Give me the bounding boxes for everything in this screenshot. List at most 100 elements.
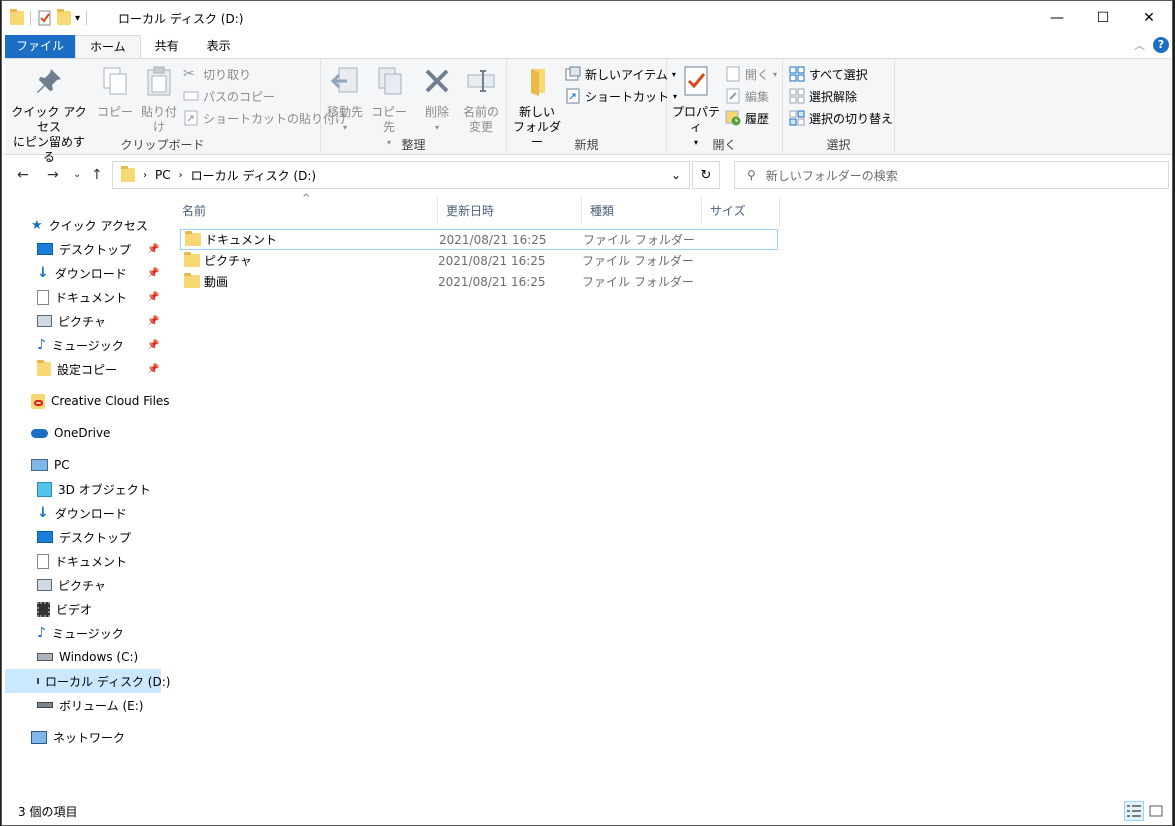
breadcrumb-local-disk[interactable]: ローカル ディスク (D:) — [191, 167, 316, 184]
forward-arrow-icon[interactable]: → — [47, 167, 59, 183]
nav-label: ドキュメント — [55, 290, 128, 305]
help-icon[interactable]: ? — [1153, 37, 1169, 53]
history-button[interactable]: 履歴 — [725, 108, 769, 128]
music-icon: ♪ — [37, 625, 46, 641]
open-label: 開く — [745, 67, 770, 82]
download-icon: ↓ — [37, 265, 49, 281]
customize-qat-icon[interactable]: ▾ — [75, 13, 80, 24]
nav-pc-desktop[interactable]: デスクトップ — [37, 525, 131, 549]
tab-share[interactable]: 共有 — [141, 35, 193, 58]
nav-pc-volume-e[interactable]: ボリューム (E:) — [37, 693, 143, 717]
delete-button[interactable]: 削除 ▾ — [419, 65, 455, 135]
nav-quick-downloads[interactable]: ↓ ダウンロード — [37, 261, 127, 285]
nav-pc-videos[interactable]: ビデオ — [37, 597, 92, 621]
pin-icon[interactable]: 📌 — [147, 292, 159, 303]
column-header-type[interactable]: 種類 — [582, 197, 702, 225]
chevron-right-icon[interactable]: › — [179, 170, 183, 181]
tab-home[interactable]: ホーム — [75, 35, 141, 58]
paste-button[interactable]: 貼り付け — [137, 65, 181, 135]
breadcrumb-pc[interactable]: PC — [155, 168, 171, 182]
file-type: ファイル フォルダー — [583, 233, 695, 247]
invert-selection-button[interactable]: 選択の切り替え — [789, 108, 893, 128]
back-arrow-icon[interactable]: ← — [17, 167, 29, 183]
pin-icon[interactable]: 📌 — [147, 340, 159, 351]
nav-pc-documents[interactable]: ドキュメント — [37, 549, 127, 573]
chevron-right-icon[interactable]: › — [143, 170, 147, 181]
pin-icon[interactable]: 📌 — [147, 316, 159, 327]
nav-pc-local-disk-d[interactable]: ローカル ディスク (D:) — [5, 669, 170, 693]
folder-icon — [37, 360, 51, 376]
address-bar[interactable]: › PC › ローカル ディスク (D:) ⌄ — [112, 161, 690, 189]
select-all-button[interactable]: すべて選択 — [789, 64, 868, 84]
pin-icon[interactable]: 📌 — [147, 364, 159, 375]
details-view-button[interactable] — [1124, 801, 1144, 821]
open-button[interactable]: 開く ▾ — [725, 64, 777, 84]
pin-icon[interactable]: 📌 — [147, 268, 159, 279]
cut-button[interactable]: ✂ 切り取り — [183, 64, 251, 84]
nav-quick-desktop[interactable]: デスクトップ — [37, 237, 131, 261]
recent-locations-icon[interactable]: ⌄ — [73, 169, 81, 180]
address-dropdown-icon[interactable]: ⌄ — [671, 168, 681, 182]
edit-icon — [726, 88, 740, 104]
pin-icon[interactable]: 📌 — [147, 244, 159, 255]
collapse-ribbon-icon[interactable]: ︿ — [1134, 37, 1145, 53]
nav-quick-documents[interactable]: ドキュメント — [37, 285, 127, 309]
nav-network[interactable]: ネットワーク — [31, 725, 125, 749]
column-header-modified[interactable]: 更新日時 — [438, 197, 582, 225]
nav-pc-3d-objects[interactable]: 3D オブジェクト — [37, 477, 151, 501]
column-header-size[interactable]: サイズ — [702, 197, 780, 225]
tab-file[interactable]: ファイル — [5, 35, 76, 58]
copy-icon — [103, 67, 127, 95]
new-item-button[interactable]: 新しいアイテム ▾ — [565, 64, 676, 84]
maximize-button[interactable]: ☐ — [1080, 1, 1126, 35]
nav-quick-music[interactable]: ♪ ミュージック — [37, 333, 124, 357]
table-row[interactable]: 動画 2021/08/21 16:25 ファイル フォルダー — [180, 271, 778, 292]
open-group: プロパティ ▾ 開く ▾ 編集 履歴 開く — [667, 59, 783, 155]
column-header-name[interactable]: 名前 — [174, 197, 438, 225]
ribbon: クイック アクセス にピン留めする コピー 貼り付け ✂ 切り取り パスのコピー — [5, 58, 1171, 164]
minimize-button[interactable]: — — [1034, 1, 1080, 35]
properties-icon[interactable] — [37, 10, 53, 26]
folder-icon — [121, 166, 135, 182]
edit-button[interactable]: 編集 — [725, 86, 769, 106]
copy-path-button[interactable]: パスのコピー — [183, 86, 275, 106]
table-row[interactable]: ドキュメント 2021/08/21 16:25 ファイル フォルダー — [180, 229, 778, 250]
shortcut-button[interactable]: ショートカット ▾ — [565, 86, 677, 106]
nav-pc-windows-c[interactable]: Windows (C:) — [37, 645, 138, 669]
close-button[interactable]: ✕ — [1126, 1, 1172, 35]
move-to-button[interactable]: 移動先 ▾ — [325, 65, 365, 135]
nav-quick-pictures[interactable]: ピクチャ — [37, 309, 106, 333]
invert-selection-label: 選択の切り替え — [809, 111, 894, 126]
nav-quick-settings-copy[interactable]: 設定コピー — [37, 357, 117, 381]
nav-label: ローカル ディスク (D:) — [45, 674, 171, 689]
nav-label: Creative Cloud Files — [51, 394, 170, 408]
nav-pc-pictures[interactable]: ピクチャ — [37, 573, 106, 597]
large-icons-view-button[interactable] — [1146, 801, 1166, 821]
nav-pc-downloads[interactable]: ↓ ダウンロード — [37, 501, 127, 525]
tab-view[interactable]: 表示 — [193, 35, 245, 58]
toolbar-separator — [86, 11, 88, 25]
rename-button[interactable]: 名前の 変更 — [459, 65, 503, 135]
search-box[interactable]: ⚲ 新しいフォルダーの検索 — [734, 161, 1169, 189]
nav-label: PC — [54, 458, 70, 472]
copy-button[interactable]: コピー — [95, 65, 135, 120]
file-name-cell: 動画 — [180, 273, 438, 290]
folder-icon — [184, 252, 200, 267]
nav-onedrive[interactable]: OneDrive — [31, 421, 110, 445]
download-icon: ↓ — [37, 505, 49, 521]
up-arrow-icon[interactable]: ↑ — [91, 167, 103, 183]
document-icon — [37, 289, 49, 305]
new-folder-icon[interactable] — [57, 9, 71, 25]
cut-label: 切り取り — [203, 67, 252, 82]
refresh-button[interactable]: ↻ — [692, 161, 720, 189]
nav-creative-cloud[interactable]: Creative Cloud Files — [31, 389, 170, 413]
copy-to-label: コピー先 — [370, 105, 407, 134]
explorer-window: ▾ ローカル ディスク (D:) — ☐ ✕ ファイル ホーム 共有 表示 ︿ … — [1, 0, 1173, 826]
nav-pc[interactable]: PC — [31, 453, 70, 477]
select-none-button[interactable]: 選択解除 — [789, 86, 857, 106]
nav-quick-access[interactable]: ★ クイック アクセス — [31, 213, 148, 237]
table-row[interactable]: ピクチャ 2021/08/21 16:25 ファイル フォルダー — [180, 250, 778, 271]
file-type: ファイル フォルダー — [582, 254, 694, 268]
file-type: ファイル フォルダー — [582, 275, 694, 289]
nav-pc-music[interactable]: ♪ ミュージック — [37, 621, 124, 645]
